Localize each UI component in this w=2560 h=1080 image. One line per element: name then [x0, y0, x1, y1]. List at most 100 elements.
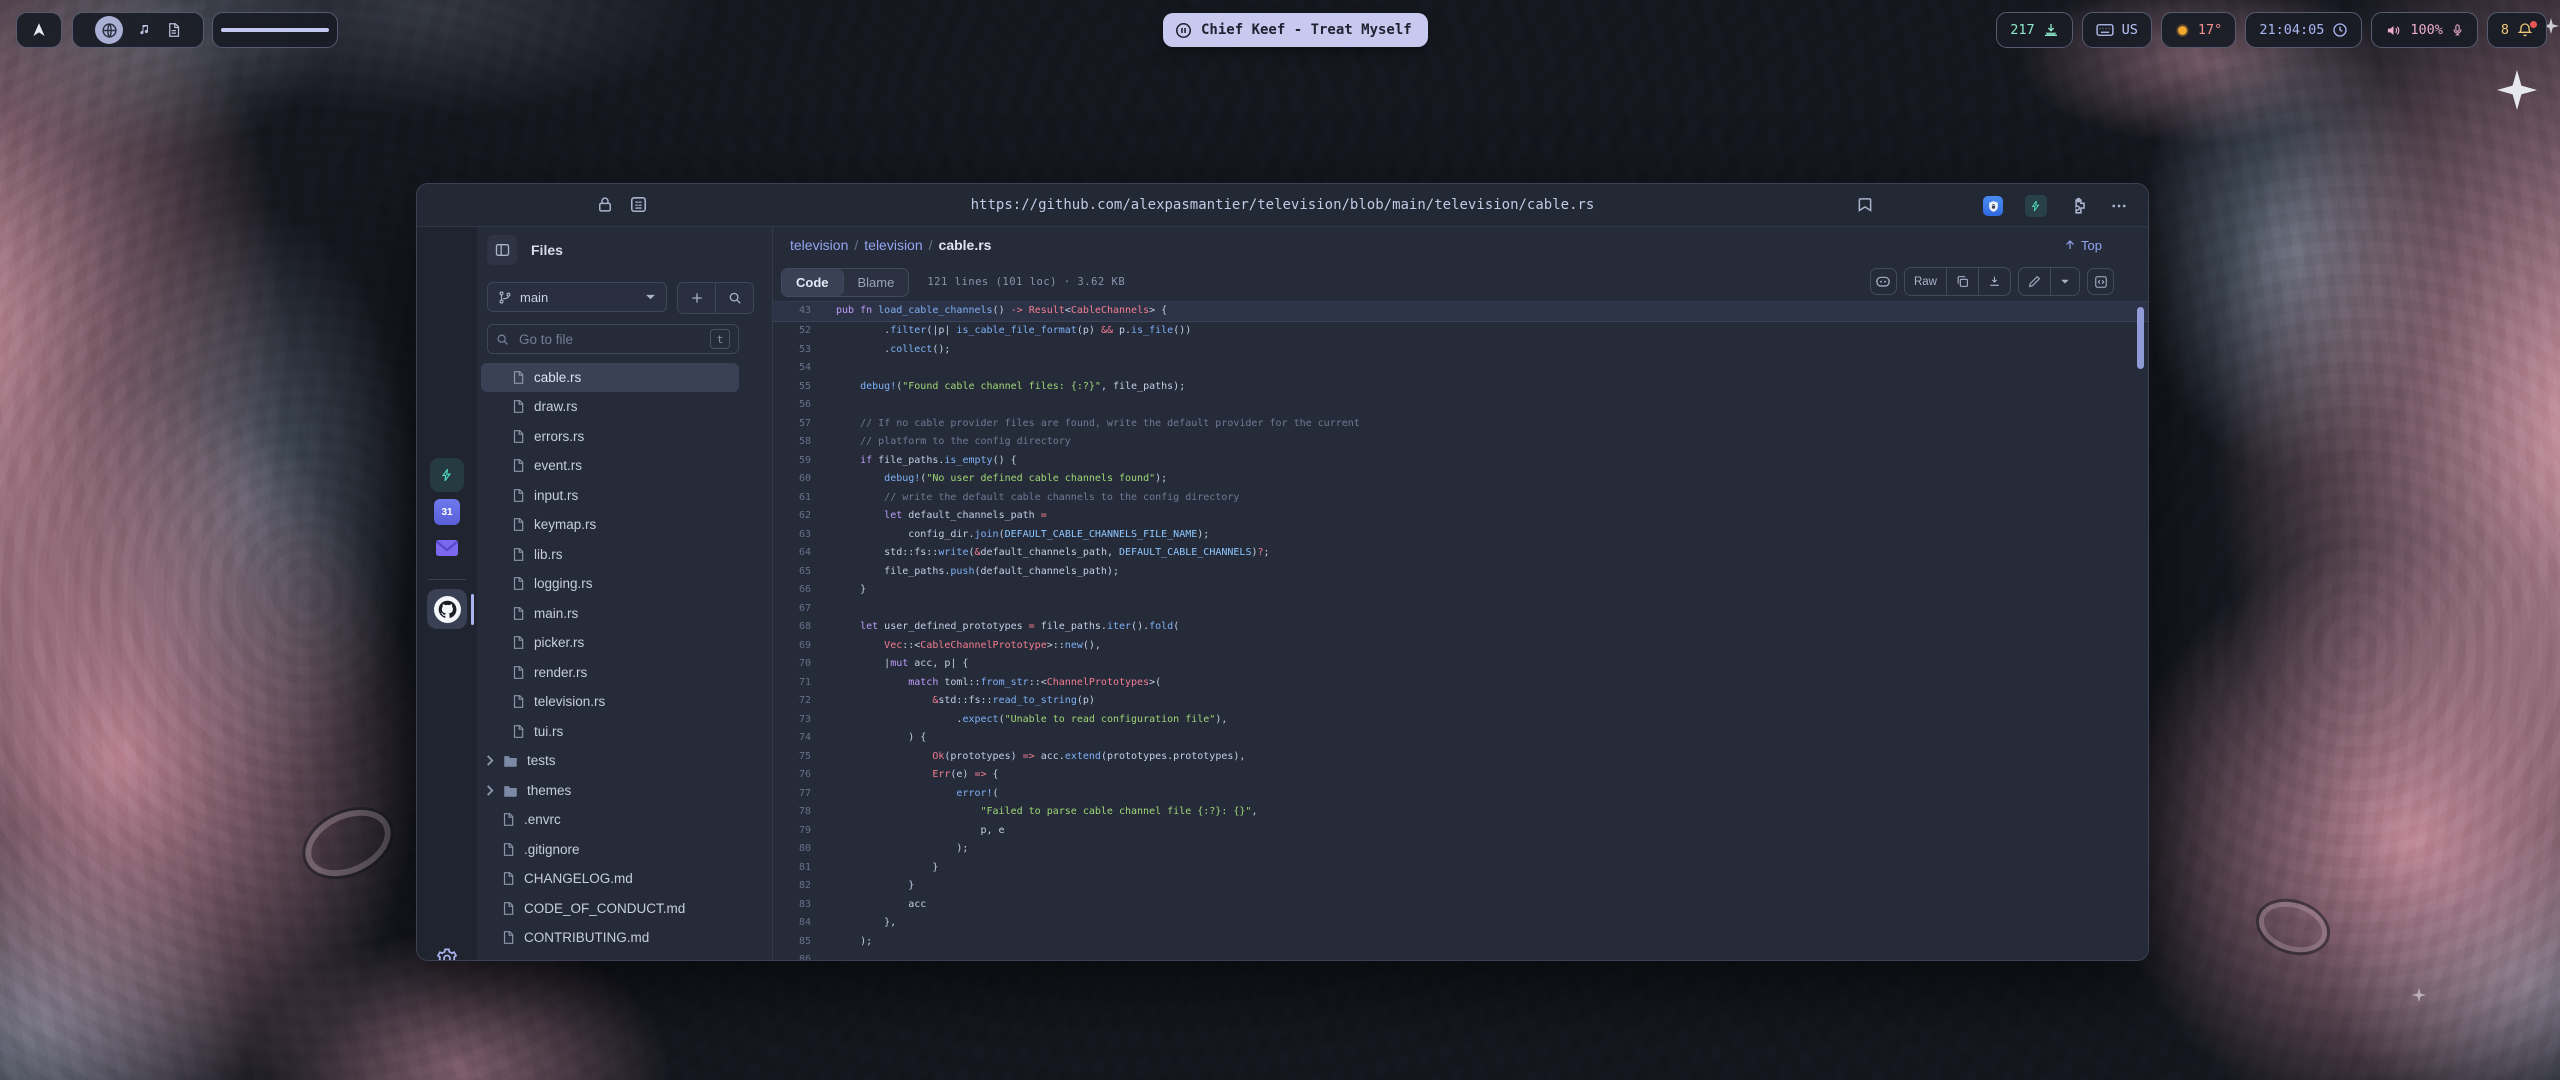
tree-item-file[interactable]: logging.rs [481, 569, 739, 599]
tree-item-file[interactable]: .gitignore [481, 835, 739, 865]
tree-item-file[interactable]: lib.rs [481, 540, 739, 570]
line-number[interactable]: 84 [773, 914, 811, 933]
line-number[interactable]: 61 [773, 489, 811, 508]
tree-item-file[interactable]: input.rs [481, 481, 739, 511]
dock-music-button[interactable] [137, 23, 152, 38]
address-bar[interactable]: https://github.com/alexpasmantier/televi… [971, 184, 1595, 226]
tree-item-file[interactable]: picker.rs [481, 628, 739, 658]
line-number[interactable]: 80 [773, 840, 811, 859]
edit-dropdown-button[interactable] [2050, 268, 2079, 295]
breadcrumb-repo-link[interactable]: television [790, 237, 848, 253]
tree-item-file[interactable] [481, 953, 739, 961]
back-to-top-link[interactable]: Top [2064, 227, 2102, 263]
line-number[interactable]: 74 [773, 729, 811, 748]
tree-item-file[interactable]: television.rs [481, 687, 739, 717]
line-number[interactable]: 82 [773, 877, 811, 896]
tree-item-file[interactable]: CONTRIBUTING.md [481, 923, 739, 953]
line-number[interactable]: 59 [773, 452, 811, 471]
branch-selector[interactable]: main [487, 282, 667, 312]
tree-item-file[interactable]: keymap.rs [481, 510, 739, 540]
notifications-widget[interactable]: 8 [2487, 12, 2547, 48]
tree-item-folder[interactable]: tests [481, 746, 739, 776]
tree-item-file[interactable]: CHANGELOG.md [481, 864, 739, 894]
sidebar-tab-lightning[interactable] [430, 458, 464, 492]
tree-item-folder[interactable]: themes [481, 776, 739, 806]
tree-item-file[interactable] [481, 354, 739, 363]
tree-item-file[interactable]: draw.rs [481, 392, 739, 422]
goto-file-input[interactable] [517, 331, 702, 348]
network-widget[interactable]: 217 [1996, 12, 2072, 48]
line-number[interactable]: 53 [773, 341, 811, 360]
extensions-menu-button[interactable] [2069, 197, 2088, 216]
line-number[interactable]: 73 [773, 711, 811, 730]
launcher-button[interactable] [16, 12, 62, 48]
dock-browser-button[interactable] [95, 16, 123, 44]
line-number[interactable]: 77 [773, 785, 811, 804]
search-tree-button[interactable] [715, 283, 753, 313]
weather-widget[interactable]: 17° [2161, 12, 2236, 48]
line-number[interactable]: 67 [773, 600, 811, 619]
keyboard-layout-widget[interactable]: US [2082, 12, 2152, 48]
tab-code[interactable]: Code [782, 269, 844, 296]
line-number[interactable]: 70 [773, 655, 811, 674]
tree-item-file[interactable]: render.rs [481, 658, 739, 688]
copilot-button[interactable] [1870, 268, 1897, 295]
clock-widget[interactable]: 21:04:05 [2245, 12, 2362, 48]
tree-item-file[interactable]: errors.rs [481, 422, 739, 452]
goto-file-search[interactable]: t [487, 324, 739, 354]
line-number[interactable]: 75 [773, 748, 811, 767]
breadcrumb-dir-link[interactable]: television [864, 237, 922, 253]
password-manager-extension-button[interactable] [1983, 196, 2003, 216]
media-player-pill[interactable]: Chief Keef - Treat Myself [1163, 13, 1428, 47]
line-number[interactable]: 52 [773, 322, 811, 341]
sidebar-tab-mail[interactable] [435, 538, 459, 558]
line-number[interactable]: 78 [773, 803, 811, 822]
line-number[interactable]: 81 [773, 859, 811, 878]
line-number[interactable]: 76 [773, 766, 811, 785]
line-number[interactable]: 71 [773, 674, 811, 693]
line-number[interactable]: 79 [773, 822, 811, 841]
edit-file-button[interactable] [2019, 268, 2050, 295]
more-menu-button[interactable] [2110, 197, 2128, 215]
lightning-extension-button[interactable] [2025, 195, 2047, 217]
line-number[interactable]: 83 [773, 896, 811, 915]
line-number[interactable]: 55 [773, 378, 811, 397]
audio-widget[interactable]: 100% [2371, 12, 2478, 48]
line-number[interactable]: 66 [773, 581, 811, 600]
line-number[interactable]: 85 [773, 933, 811, 952]
tree-item-file[interactable]: main.rs [481, 599, 739, 629]
tab-blame[interactable]: Blame [844, 269, 909, 296]
copy-raw-button[interactable] [1946, 268, 1978, 295]
line-number[interactable]: 86 [773, 951, 811, 960]
line-number[interactable]: 68 [773, 618, 811, 637]
reader-mode-button[interactable] [629, 195, 649, 215]
line-number[interactable]: 69 [773, 637, 811, 656]
page-scrollbar-thumb[interactable] [2137, 307, 2144, 369]
active-window-pill[interactable] [212, 12, 338, 48]
line-number[interactable]: 65 [773, 563, 811, 582]
line-number[interactable]: 60 [773, 470, 811, 489]
tree-item-file[interactable]: CODE_OF_CONDUCT.md [481, 894, 739, 924]
symbols-panel-button[interactable] [2087, 268, 2114, 295]
line-number[interactable]: 64 [773, 544, 811, 563]
line-number[interactable]: 62 [773, 507, 811, 526]
page-security-button[interactable] [596, 195, 616, 215]
tree-item-file[interactable]: tui.rs [481, 717, 739, 747]
line-number[interactable]: 63 [773, 526, 811, 545]
tree-item-file[interactable]: event.rs [481, 451, 739, 481]
new-file-button[interactable] [678, 283, 715, 313]
line-number[interactable]: 43 [773, 302, 811, 321]
raw-button[interactable]: Raw [1905, 268, 1946, 295]
download-raw-button[interactable] [1978, 268, 2010, 295]
tree-item-file[interactable]: .envrc [481, 805, 739, 835]
line-number[interactable]: 56 [773, 396, 811, 415]
sidebar-tab-calendar[interactable]: 31 [434, 499, 460, 525]
line-number[interactable]: 57 [773, 415, 811, 434]
settings-button[interactable] [436, 947, 459, 961]
line-number[interactable]: 72 [773, 692, 811, 711]
sidebar-tab-github[interactable] [427, 589, 467, 629]
collapse-file-tree-button[interactable] [487, 235, 517, 265]
line-number[interactable]: 54 [773, 359, 811, 378]
dock-documents-button[interactable] [166, 22, 181, 38]
line-number[interactable]: 58 [773, 433, 811, 452]
